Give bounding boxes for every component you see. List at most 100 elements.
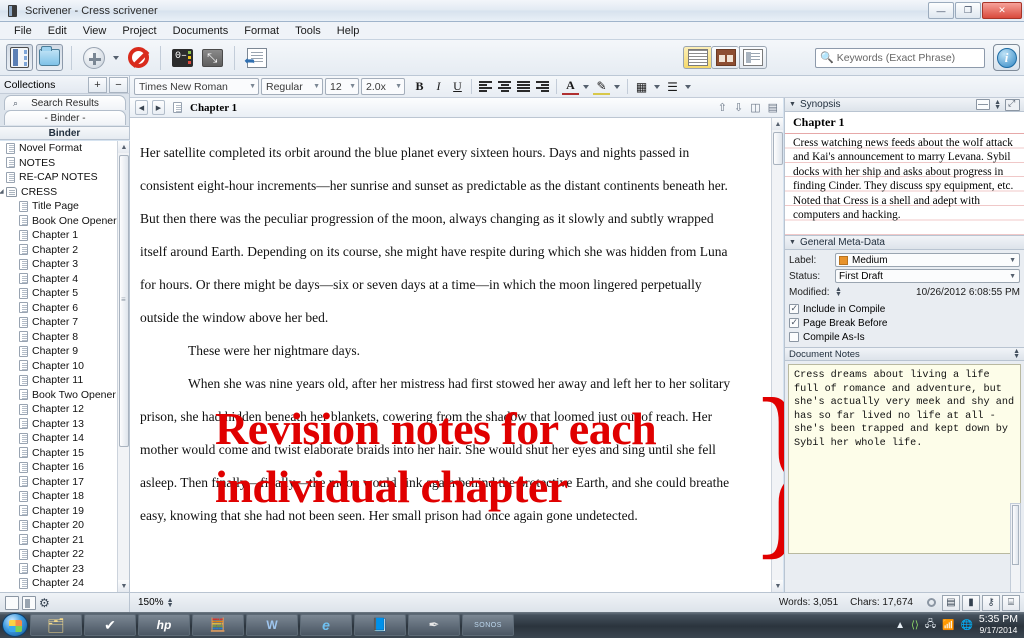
image-icon[interactable] [1005, 98, 1020, 111]
binder-item[interactable]: Chapter 20 [0, 518, 129, 533]
synopsis-text[interactable]: Cress watching news feeds about the wolf… [785, 134, 1024, 236]
search-input[interactable]: 🔍 Keywords (Exact Phrase) [815, 47, 985, 68]
italic-button[interactable]: I [430, 78, 447, 95]
collections-toggle-button[interactable] [36, 44, 63, 71]
list-dropdown[interactable] [683, 78, 693, 95]
no-style-button[interactable] [125, 44, 152, 71]
menu-documents[interactable]: Documents [166, 23, 236, 39]
compile-button[interactable] [243, 44, 270, 71]
network-activity-icon[interactable]: ⟨⟩ [911, 620, 919, 631]
menu-edit[interactable]: Edit [41, 23, 74, 39]
synopsis-panel-header[interactable]: ▼ Synopsis ▲ ▼ [785, 98, 1024, 112]
page-break-before-checkbox[interactable]: Page Break Before [789, 316, 1020, 330]
binder-item[interactable]: Chapter 22 [0, 547, 129, 562]
add-collection-button[interactable]: + [88, 76, 107, 93]
binder-item[interactable]: Chapter 5 [0, 286, 129, 301]
nav-back-button[interactable]: ◀ [135, 100, 148, 115]
binder-item[interactable]: Chapter 19 [0, 504, 129, 519]
taskbar-clock[interactable]: 5:35 PM 9/17/2014 [979, 614, 1018, 636]
add-folder-icon[interactable] [22, 595, 36, 610]
close-button[interactable]: ✕ [982, 2, 1022, 19]
binder-item[interactable]: Chapter 8 [0, 330, 129, 345]
tab-search-results[interactable]: ⌕ Search Results [4, 95, 126, 110]
tab-binder[interactable]: - Binder - [4, 110, 126, 125]
editor-pane[interactable]: Her satellite completed its orbit around… [130, 118, 783, 592]
binder-item[interactable]: Chapter 17 [0, 475, 129, 490]
menu-view[interactable]: View [76, 23, 114, 39]
maximize-button[interactable]: ❐ [955, 2, 981, 19]
split-horizontal-icon[interactable]: ▤ [768, 101, 778, 114]
binder-item[interactable]: Title Page [0, 199, 129, 214]
align-right-button[interactable] [534, 78, 551, 95]
document-notes-text[interactable]: Cress dreams about living a life full of… [788, 364, 1021, 554]
align-center-button[interactable] [496, 78, 513, 95]
table-button[interactable]: ▦ [633, 78, 650, 95]
binder-item[interactable]: Chapter 13 [0, 417, 129, 432]
taskbar-item-ie[interactable]: e [300, 614, 352, 636]
add-document-icon[interactable] [5, 595, 19, 610]
add-item-button[interactable] [80, 44, 107, 71]
gear-icon[interactable]: ⚙ [39, 596, 50, 610]
underline-button[interactable]: U [449, 78, 466, 95]
align-left-button[interactable] [477, 78, 494, 95]
binder-item[interactable]: RE-CAP NOTES [0, 170, 129, 185]
binder-item[interactable]: Chapter 11 [0, 373, 129, 388]
target-icon[interactable] [927, 598, 936, 607]
corkboard-status-icon[interactable]: ▤ [942, 594, 960, 611]
binder-item[interactable]: Chapter 21 [0, 533, 129, 548]
keywords-button[interactable] [169, 44, 196, 71]
outline-view-button[interactable] [711, 46, 739, 69]
move-down-icon[interactable]: ⇩ [734, 101, 743, 114]
document-view-button[interactable] [739, 46, 767, 69]
taskbar-item-checkmark[interactable]: ✔ [84, 614, 136, 636]
scroll-up-icon[interactable]: ▲ [118, 141, 129, 153]
taskbar-item-sonos[interactable]: SONOS [462, 614, 514, 636]
split-vertical-icon[interactable]: ◫ [750, 101, 760, 114]
minimize-button[interactable]: — [928, 2, 954, 19]
scrollbar-thumb[interactable] [119, 155, 129, 447]
binder-item[interactable]: ◢CRESS [0, 185, 129, 200]
list-button[interactable]: ☰ [664, 78, 681, 95]
notes-panel-header[interactable]: Document Notes ▲ ▼ [785, 348, 1024, 361]
binder-item[interactable]: Chapter 15 [0, 446, 129, 461]
corkboard-view-button[interactable] [683, 46, 711, 69]
taskbar-item-word[interactable]: W [246, 614, 298, 636]
taskbar-item-explorer[interactable]: 🗂 [30, 614, 82, 636]
full-screen-button[interactable] [199, 44, 226, 71]
menu-file[interactable]: File [7, 23, 39, 39]
highlight-dropdown[interactable] [612, 78, 622, 95]
binder-item[interactable]: Chapter 10 [0, 359, 129, 374]
table-dropdown[interactable] [652, 78, 662, 95]
taskbar-item-scrivener[interactable]: ✒ [408, 614, 460, 636]
start-orb-icon[interactable] [2, 613, 28, 637]
binder-scrollbar[interactable]: ▲ ▼ [117, 141, 129, 592]
status-select[interactable]: First Draft ▼ [835, 269, 1020, 283]
align-justify-button[interactable] [515, 78, 532, 95]
binder-item[interactable]: Novel Format [0, 141, 129, 156]
remove-collection-button[interactable]: − [109, 76, 128, 93]
binder-item[interactable]: NOTES [0, 156, 129, 171]
compile-as-is-checkbox[interactable]: Compile As-Is [789, 330, 1020, 344]
line-spacing-select[interactable]: 2.0x ▼ [361, 78, 405, 95]
meta-panel-header[interactable]: ▼ General Meta-Data [785, 236, 1024, 250]
font-style-select[interactable]: Regular ▼ [261, 78, 323, 95]
usb-icon[interactable]: 🖧 [925, 617, 936, 634]
tray-expand-icon[interactable]: ▲ [895, 620, 905, 631]
binder-item[interactable]: Chapter 14 [0, 431, 129, 446]
menu-help[interactable]: Help [330, 23, 367, 39]
scroll-up-icon[interactable]: ▲ [772, 118, 783, 130]
binder-item[interactable]: Chapter 24 [0, 576, 129, 591]
taskbar-item-hp[interactable]: hp [138, 614, 190, 636]
binder-item[interactable]: Chapter 18 [0, 489, 129, 504]
menu-project[interactable]: Project [115, 23, 163, 39]
editor-text[interactable]: Her satellite completed its orbit around… [130, 118, 771, 592]
binder-item[interactable]: Chapter 9 [0, 344, 129, 359]
include-in-compile-checkbox[interactable]: Include in Compile [789, 302, 1020, 316]
binder-toggle-button[interactable] [6, 44, 33, 71]
binder-item[interactable]: Chapter 23 [0, 562, 129, 577]
card-icon[interactable] [976, 99, 991, 110]
signal-icon[interactable]: 📶 [942, 620, 954, 631]
move-up-icon[interactable]: ⇧ [718, 101, 727, 114]
binder-item[interactable]: Chapter 7 [0, 315, 129, 330]
taskbar-item-calculator[interactable]: 🧮 [192, 614, 244, 636]
